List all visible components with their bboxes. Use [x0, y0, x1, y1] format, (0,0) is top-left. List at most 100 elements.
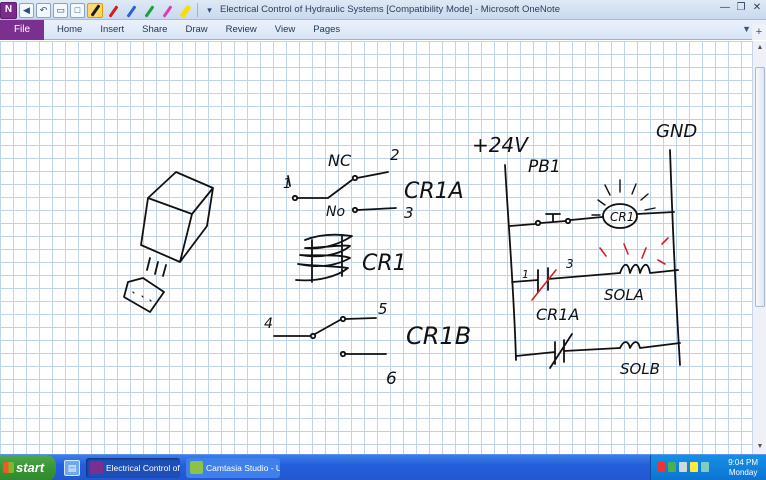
pen-tip	[162, 4, 172, 18]
scroll-thumb[interactable]	[755, 67, 765, 307]
label-cr1-coil: CR1	[362, 251, 407, 276]
taskbar-item-label: Camtasia Studio - U...	[206, 463, 280, 473]
cr1a-contact-ink	[537, 267, 549, 293]
relay-base-dots	[132, 291, 152, 302]
onenote-app-icon[interactable]: N	[0, 1, 17, 19]
red-strike-cr1a	[531, 269, 557, 301]
tray-icons	[657, 462, 709, 472]
label-contact-2: 2	[390, 146, 400, 164]
label-cr1-lamp: CR1	[610, 210, 634, 224]
taskbar-item-camtasia[interactable]: Camtasia Studio - U...	[186, 458, 280, 478]
contact-no-line	[356, 207, 397, 211]
quick-access-toolbar: N ◀ ↶ ▭ □ ▾	[0, 1, 217, 19]
add-page-icon[interactable]: +	[752, 24, 766, 40]
relay-pins-ink	[146, 257, 167, 277]
scroll-up-icon[interactable]: ▲	[754, 42, 766, 54]
expand-ribbon-icon[interactable]: ▼	[742, 24, 751, 34]
window-controls: — ❐ ✕	[718, 2, 764, 16]
label-cr1a-left: CR1A	[404, 179, 464, 204]
highlighter-icon[interactable]	[177, 3, 193, 18]
title-bar: N ◀ ↶ ▭ □ ▾ Electrical Control of Hydrau…	[0, 0, 766, 20]
ink-layer: NC No 1 2 3 CR1A CR1 4 5 6 CR1B +24V GND…	[123, 121, 697, 389]
record-tray-icon[interactable]	[657, 462, 665, 472]
red-pen-icon[interactable]	[105, 3, 121, 18]
clock[interactable]: 9:04 PM Monday	[728, 458, 758, 478]
clock-time: 9:04 PM	[728, 458, 758, 467]
note-page[interactable]: NC No 1 2 3 CR1A CR1 4 5 6 CR1B +24V GND…	[0, 41, 752, 454]
minimize-icon[interactable]: —	[718, 2, 732, 16]
start-label: start	[16, 460, 45, 475]
pen-tip	[108, 4, 118, 18]
pen-tip	[126, 4, 136, 18]
blue-pen-icon[interactable]	[123, 3, 139, 18]
label-cr1a-rung: CR1A	[536, 305, 579, 324]
tab-view[interactable]: View	[266, 20, 304, 40]
rung1-right	[636, 211, 675, 215]
red-ray-3	[641, 247, 647, 259]
network-tray-icon[interactable]	[668, 462, 676, 472]
pb1-button	[540, 213, 567, 224]
rung3-mid	[563, 347, 621, 352]
label-rung2-1: 1	[522, 268, 529, 281]
clock-day: Monday	[728, 468, 758, 477]
file-tab[interactable]: File	[0, 20, 44, 40]
security-tray-icon[interactable]	[690, 462, 698, 472]
full-page-icon[interactable]: □	[70, 2, 85, 18]
relay-base-ink	[123, 277, 165, 313]
taskbar: start ▤ Electrical Control of... Camtasi…	[0, 454, 766, 480]
tab-share[interactable]: Share	[133, 20, 176, 40]
tab-pages[interactable]: Pages	[304, 20, 349, 40]
restore-icon[interactable]: ❐	[734, 2, 748, 16]
close-icon[interactable]: ✕	[750, 2, 764, 16]
label-solb: SOLB	[620, 360, 660, 378]
contact-a-arm	[296, 179, 353, 199]
windows-flag-icon	[3, 462, 14, 473]
red-ray-1	[599, 247, 607, 257]
solb-coil-ink	[619, 341, 681, 349]
label-contact-6: 6	[386, 369, 397, 389]
pb1-terminal-left	[534, 219, 542, 227]
rung2-mid	[547, 272, 621, 280]
cr1-coil-ink	[295, 233, 353, 283]
tab-review[interactable]: Review	[217, 20, 266, 40]
label-gnd: GND	[656, 121, 697, 142]
sola-coil-ink	[619, 263, 679, 274]
contact-nc-line	[356, 171, 389, 179]
taskbar-item-onenote[interactable]: Electrical Control of...	[86, 458, 180, 478]
tab-home[interactable]: Home	[48, 20, 91, 40]
pink-pen-icon[interactable]	[159, 3, 175, 18]
volume-tray-icon[interactable]	[679, 462, 687, 472]
label-no: No	[326, 204, 345, 220]
start-button[interactable]: start	[0, 455, 56, 480]
label-contact-5: 5	[378, 300, 388, 318]
scroll-down-icon[interactable]: ▼	[754, 441, 766, 453]
back-icon[interactable]: ◀	[19, 2, 34, 18]
label-contact-4: 4	[264, 316, 273, 332]
red-ray-2	[623, 243, 629, 255]
label-cr1b-left: CR1B	[406, 322, 471, 350]
pen-tip	[90, 3, 100, 17]
undo-icon[interactable]: ↶	[36, 2, 51, 18]
vertical-scrollbar[interactable]: ▲ ▼	[752, 41, 766, 454]
green-pen-icon[interactable]	[141, 3, 157, 18]
rung1-mid	[570, 216, 603, 221]
black-pen-icon[interactable]	[87, 2, 103, 18]
window-title: Electrical Control of Hydraulic Systems …	[219, 4, 560, 15]
toolbar-separator	[197, 3, 198, 17]
right-rail	[669, 149, 681, 366]
tab-draw[interactable]: Draw	[176, 20, 216, 40]
pb1-terminal-right	[564, 217, 572, 225]
highlighter-tip	[179, 4, 191, 18]
dock-icon[interactable]: ▭	[53, 2, 68, 18]
pen-tip	[144, 4, 154, 18]
show-desktop-icon[interactable]: ▤	[64, 460, 80, 476]
tab-insert[interactable]: Insert	[91, 20, 133, 40]
system-tray: 9:04 PM Monday	[650, 455, 766, 480]
label-supply: +24V	[472, 133, 529, 157]
tab-list: Home Insert Share Draw Review View Pages	[48, 20, 349, 40]
left-rail	[504, 164, 517, 361]
ribbon-tabs: File Home Insert Share Draw Review View …	[0, 20, 766, 40]
sync-tray-icon[interactable]	[701, 462, 709, 472]
label-nc: NC	[328, 151, 352, 170]
onenote-taskbar-icon	[90, 461, 103, 474]
